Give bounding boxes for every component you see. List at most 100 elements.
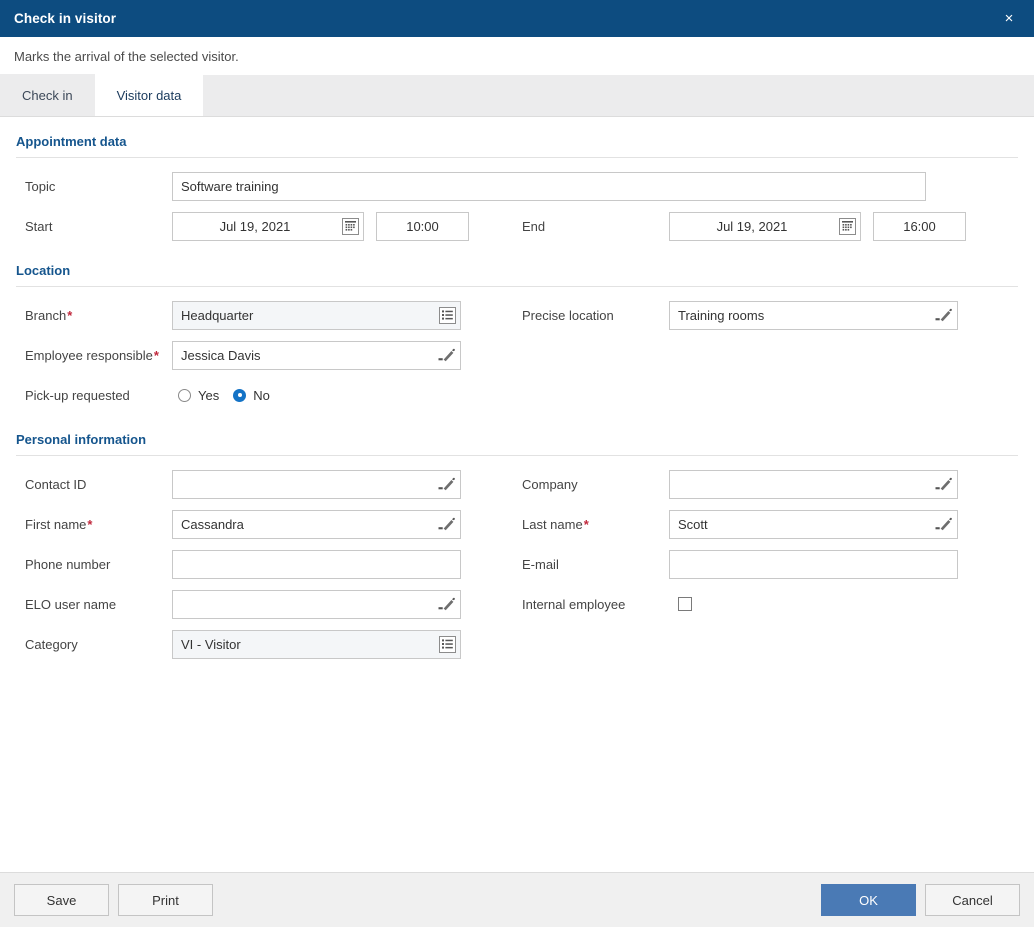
input-end-time[interactable]: 16:00 <box>873 211 966 241</box>
input-contact-id[interactable] <box>172 469 461 499</box>
radio-pickup-yes-label: Yes <box>198 387 220 403</box>
value-employee-responsible: Jessica Davis <box>181 347 261 363</box>
label-first-name-text: First name <box>25 516 87 532</box>
input-first-name[interactable]: Cassandra <box>172 509 461 539</box>
tab-strip: Check in Visitor data <box>0 74 1034 117</box>
pencil-icon-glyph <box>935 477 952 491</box>
radio-pickup-yes[interactable]: Yes <box>178 388 219 403</box>
field-row-employee-responsible: Employee responsible* Jessica Davis <box>16 335 1018 375</box>
required-marker: * <box>583 516 589 532</box>
label-last-name-text: Last name <box>522 516 583 532</box>
calendar-icon[interactable] <box>834 213 860 240</box>
radio-indicator <box>233 388 247 402</box>
value-last-name: Scott <box>678 516 708 532</box>
label-internal-employee: Internal employee <box>522 596 626 612</box>
label-topic: Topic <box>25 178 56 194</box>
dialog-description: Marks the arrival of the selected visito… <box>0 37 1034 75</box>
input-start-time[interactable]: 10:00 <box>376 211 469 241</box>
pencil-icon-glyph <box>438 348 455 362</box>
label-employee-responsible: Employee responsible* <box>16 348 172 363</box>
pencil-icon-glyph <box>935 308 952 322</box>
section-divider <box>16 286 1018 287</box>
value-topic: Software training <box>181 178 279 194</box>
tab-check-in[interactable]: Check in <box>0 74 95 116</box>
value-start-date: Jul 19, 2021 <box>219 218 291 234</box>
dialog-footer: Save Print OK Cancel <box>0 872 1034 927</box>
save-button[interactable]: Save <box>14 884 109 916</box>
field-row-topic: Topic Software training <box>16 166 1018 206</box>
radio-group-pickup-requested: Yes No <box>172 388 284 403</box>
field-row-start-end: Start Jul 19, 2021 10:00 End Jul 19, 202… <box>16 206 1018 246</box>
input-elo-user-name[interactable] <box>172 589 461 619</box>
radio-pickup-no[interactable]: No <box>233 388 270 403</box>
pencil-icon[interactable] <box>931 471 957 498</box>
value-first-name: Cassandra <box>181 516 244 532</box>
pencil-icon-glyph <box>438 477 455 491</box>
radio-indicator <box>178 388 191 402</box>
input-email[interactable] <box>669 549 958 579</box>
label-pickup-requested: Pick-up requested <box>25 387 130 403</box>
section-divider <box>16 455 1018 456</box>
field-row-first-last-name: First name* Cassandra Last name* Scott <box>16 504 1018 544</box>
input-precise-location[interactable]: Training rooms <box>669 300 958 330</box>
field-row-pickup-requested: Pick-up requested Yes No <box>16 375 1018 415</box>
checkbox-internal-employee[interactable] <box>678 597 692 611</box>
input-phone-number[interactable] <box>172 549 461 579</box>
label-employee-responsible-text: Employee responsible <box>25 347 153 363</box>
required-marker: * <box>153 347 159 363</box>
input-branch[interactable]: Headquarter <box>172 300 461 330</box>
field-row-phone-email: Phone number E-mail <box>16 544 1018 584</box>
label-precise-location: Precise location <box>522 307 614 323</box>
label-branch: Branch* <box>16 308 172 323</box>
dialog-title: Check in visitor <box>14 11 117 26</box>
input-employee-responsible[interactable]: Jessica Davis <box>172 340 461 370</box>
label-category: Category <box>25 636 78 652</box>
input-topic[interactable]: Software training <box>172 171 926 201</box>
list-picker-icon[interactable] <box>434 302 460 329</box>
pencil-icon[interactable] <box>434 591 460 618</box>
field-row-elo-user-internal-employee: ELO user name Internal employee <box>16 584 1018 624</box>
label-last-name: Last name* <box>513 517 669 532</box>
ok-button[interactable]: OK <box>821 884 916 916</box>
required-marker: * <box>87 516 93 532</box>
input-category[interactable]: VI - Visitor <box>172 629 461 659</box>
section-header-location: Location <box>16 263 71 278</box>
label-phone-number: Phone number <box>25 556 111 572</box>
pencil-icon-glyph <box>438 517 455 531</box>
print-button[interactable]: Print <box>118 884 213 916</box>
check-in-visitor-dialog: Check in visitor × Marks the arrival of … <box>0 0 1034 927</box>
label-email: E-mail <box>522 556 559 572</box>
list-picker-icon-glyph <box>441 639 453 649</box>
calendar-icon[interactable] <box>337 213 363 240</box>
value-start-time: 10:00 <box>406 218 439 234</box>
pencil-icon[interactable] <box>434 342 460 369</box>
pencil-icon[interactable] <box>931 511 957 538</box>
value-end-time: 16:00 <box>903 218 936 234</box>
tab-visitor-data[interactable]: Visitor data <box>94 74 204 116</box>
pencil-icon[interactable] <box>434 471 460 498</box>
radio-pickup-no-label: No <box>253 387 270 403</box>
section-appointment-data: Appointment data Topic Software training… <box>0 117 1034 246</box>
pencil-icon[interactable] <box>434 511 460 538</box>
pencil-icon-glyph <box>438 597 455 611</box>
field-row-category: Category VI - Visitor <box>16 624 1018 664</box>
label-end: End <box>522 218 546 234</box>
close-icon[interactable]: × <box>996 6 1022 32</box>
required-marker: * <box>67 307 73 323</box>
value-end-date: Jul 19, 2021 <box>716 218 788 234</box>
label-company: Company <box>522 476 578 492</box>
list-picker-icon[interactable] <box>434 631 460 658</box>
value-branch: Headquarter <box>181 307 254 323</box>
input-end-date[interactable]: Jul 19, 2021 <box>669 211 861 241</box>
pencil-icon[interactable] <box>931 302 957 329</box>
input-last-name[interactable]: Scott <box>669 509 958 539</box>
input-start-date[interactable]: Jul 19, 2021 <box>172 211 364 241</box>
section-location: Location Branch* Headquarter Precise loc… <box>0 246 1034 415</box>
section-header-appointment-data: Appointment data <box>16 134 127 149</box>
cancel-button[interactable]: Cancel <box>925 884 1020 916</box>
value-precise-location: Training rooms <box>678 307 765 323</box>
label-start: Start <box>25 218 53 234</box>
input-company[interactable] <box>669 469 958 499</box>
dialog-titlebar: Check in visitor × <box>0 0 1034 37</box>
section-header-personal-information: Personal information <box>16 432 147 447</box>
